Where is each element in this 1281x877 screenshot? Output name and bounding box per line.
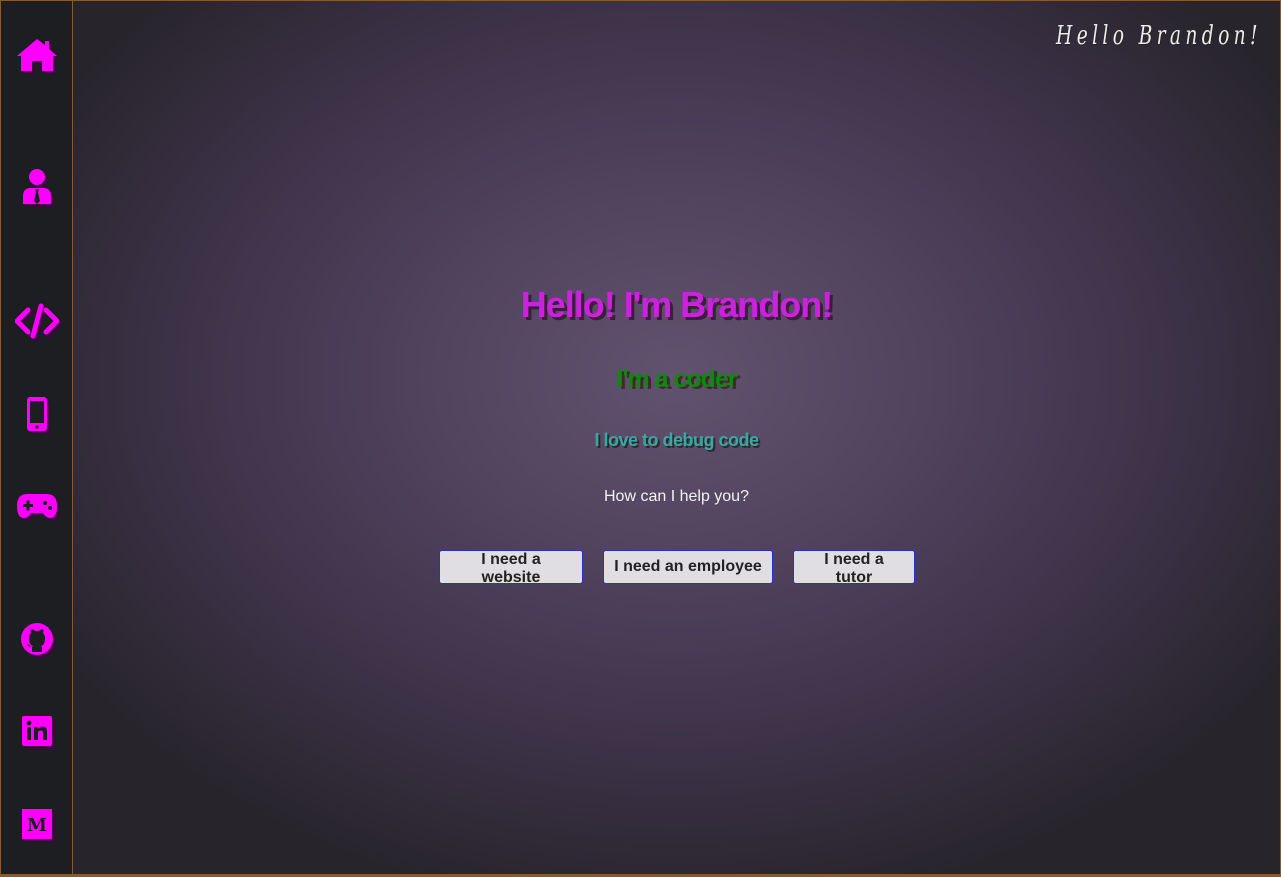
need-tutor-button[interactable]: I need a tutor: [793, 550, 915, 586]
user-tie-icon: [23, 169, 51, 204]
page-title: Hello! I'm Brandon!: [520, 284, 834, 325]
mobile-phone-icon: [27, 397, 47, 431]
hero-tagline: I love to debug code: [594, 430, 759, 450]
code-icon: [15, 303, 59, 339]
sidebar-item-medium[interactable]: M: [14, 804, 60, 844]
home-icon: [17, 39, 57, 71]
gamepad-icon: [17, 494, 57, 518]
sidebar-item-games[interactable]: [14, 486, 60, 526]
sidebar-item-github[interactable]: [14, 619, 60, 659]
main-content: Hello Brandon! Hello! I'm Brandon! I'm a…: [73, 1, 1280, 874]
brand-signature: Hello Brandon!: [1056, 21, 1262, 51]
sidebar-item-mobile[interactable]: [14, 394, 60, 434]
hero-subtitle: I'm a coder: [616, 365, 738, 393]
need-website-button[interactable]: I need a website: [439, 550, 583, 586]
sidebar-item-home[interactable]: [14, 35, 60, 75]
sidebar-item-linkedin[interactable]: [14, 711, 60, 751]
sidebar-nav: M: [1, 1, 73, 874]
app-frame: M Hello Brandon! Hello! I'm Brandon! I'm…: [0, 0, 1281, 877]
linkedin-icon: [22, 716, 52, 746]
sidebar-item-projects[interactable]: [14, 301, 60, 341]
need-employee-button[interactable]: I need an employee: [603, 550, 773, 584]
github-icon: [21, 623, 53, 655]
medium-icon: M: [22, 809, 52, 839]
help-prompt: How can I help you?: [604, 488, 749, 505]
sidebar-item-about[interactable]: [14, 167, 60, 207]
svg-text:M: M: [27, 815, 47, 836]
